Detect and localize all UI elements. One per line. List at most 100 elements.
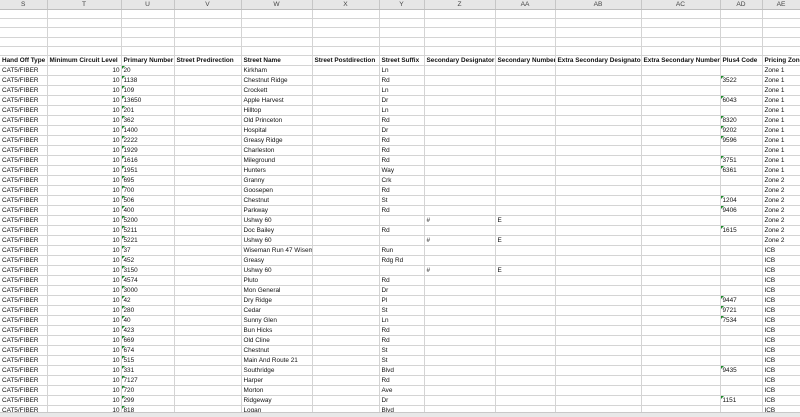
cell[interactable]: Ushwy 60 [241, 215, 313, 226]
cell[interactable] [555, 385, 642, 396]
cell[interactable]: 3522 [720, 75, 763, 86]
cell[interactable]: Greasy Ridge [241, 135, 313, 146]
cell[interactable] [720, 185, 763, 196]
cell[interactable] [555, 255, 642, 266]
cell[interactable]: 10 [47, 165, 122, 176]
cell[interactable]: Zone 1 [762, 75, 800, 86]
cell[interactable] [495, 335, 556, 346]
cell[interactable]: Crk [379, 175, 425, 186]
cell[interactable] [312, 325, 380, 336]
cell[interactable]: Ushwy 60 [241, 265, 313, 276]
cell[interactable] [424, 95, 496, 106]
cell[interactable] [424, 195, 496, 206]
cell[interactable] [720, 9, 763, 20]
cell[interactable] [241, 27, 313, 38]
cell[interactable]: Zone 2 [762, 195, 800, 206]
cell[interactable] [555, 245, 642, 256]
cell[interactable]: ICB [762, 265, 800, 276]
cell[interactable] [174, 125, 242, 136]
cell[interactable]: CAT5/FIBER [0, 215, 48, 226]
cell[interactable] [495, 285, 556, 296]
column-header[interactable]: AE [762, 0, 800, 10]
cell[interactable]: 10 [47, 85, 122, 96]
cell[interactable] [379, 37, 425, 47]
field-header-cell[interactable]: Street Name [241, 55, 313, 66]
cell[interactable] [641, 295, 721, 306]
column-header[interactable]: X [312, 0, 380, 10]
cell[interactable]: Zone 2 [762, 225, 800, 236]
cell[interactable]: CAT5/FIBER [0, 255, 48, 266]
cell[interactable] [379, 215, 425, 226]
cell[interactable] [720, 18, 763, 29]
cell[interactable]: Bun Hicks [241, 325, 313, 336]
cell[interactable]: 20 [121, 65, 175, 76]
cell[interactable] [762, 27, 800, 38]
cell[interactable] [641, 245, 721, 256]
cell[interactable] [495, 105, 556, 116]
cell[interactable] [641, 185, 721, 196]
cell[interactable] [174, 275, 242, 286]
cell[interactable]: 720 [121, 385, 175, 396]
cell[interactable] [641, 365, 721, 376]
cell[interactable] [312, 255, 380, 266]
cell[interactable]: 1138 [121, 75, 175, 86]
cell[interactable]: 331 [121, 365, 175, 376]
cell[interactable] [424, 275, 496, 286]
cell[interactable]: Zone 1 [762, 125, 800, 136]
cell[interactable]: 2222 [121, 135, 175, 146]
cell[interactable]: CAT5/FIBER [0, 305, 48, 316]
cell[interactable]: CAT5/FIBER [0, 175, 48, 186]
cell[interactable]: Zone 2 [762, 175, 800, 186]
cell[interactable] [720, 175, 763, 186]
cell[interactable] [555, 105, 642, 116]
cell[interactable] [641, 285, 721, 296]
cell[interactable] [0, 27, 48, 38]
field-header-cell[interactable]: Pricing Zone [762, 55, 800, 66]
cell[interactable]: 10 [47, 395, 122, 406]
cell[interactable] [174, 235, 242, 246]
cell[interactable] [312, 285, 380, 296]
cell[interactable]: CAT5/FIBER [0, 195, 48, 206]
cell[interactable] [641, 375, 721, 386]
cell[interactable] [720, 285, 763, 296]
cell[interactable] [555, 205, 642, 216]
cell[interactable] [641, 175, 721, 186]
cell[interactable] [555, 175, 642, 186]
cell[interactable]: 10 [47, 215, 122, 226]
cell[interactable] [720, 345, 763, 356]
cell[interactable]: Pluto [241, 275, 313, 286]
cell[interactable]: Rd [379, 275, 425, 286]
cell[interactable]: 1204 [720, 195, 763, 206]
cell[interactable]: 3751 [720, 155, 763, 166]
cell[interactable]: CAT5/FIBER [0, 145, 48, 156]
cell[interactable]: 5200 [121, 215, 175, 226]
cell[interactable]: Parkway [241, 205, 313, 216]
cell[interactable]: 10 [47, 135, 122, 146]
cell[interactable] [424, 135, 496, 146]
cell[interactable]: ICB [762, 365, 800, 376]
cell[interactable]: 10 [47, 65, 122, 76]
cell[interactable]: 9721 [720, 305, 763, 316]
cell[interactable]: Cedar [241, 305, 313, 316]
cell[interactable]: Ave [379, 385, 425, 396]
cell[interactable]: CAT5/FIBER [0, 125, 48, 136]
cell[interactable]: CAT5/FIBER [0, 95, 48, 106]
cell[interactable] [379, 265, 425, 276]
cell[interactable] [47, 46, 122, 56]
cell[interactable] [495, 225, 556, 236]
cell[interactable]: CAT5/FIBER [0, 135, 48, 146]
cell[interactable] [495, 345, 556, 356]
cell[interactable]: 10 [47, 355, 122, 366]
cell[interactable] [174, 115, 242, 126]
cell[interactable] [641, 27, 721, 38]
cell[interactable]: Mileground [241, 155, 313, 166]
cell[interactable]: CAT5/FIBER [0, 295, 48, 306]
cell[interactable]: Way [379, 165, 425, 176]
cell[interactable] [312, 85, 380, 96]
field-header-cell[interactable]: Street Postdirection [312, 55, 380, 66]
cell[interactable] [312, 315, 380, 326]
cell[interactable]: Dr [379, 395, 425, 406]
column-header[interactable]: W [241, 0, 313, 10]
cell[interactable]: 423 [121, 325, 175, 336]
cell[interactable]: CAT5/FIBER [0, 205, 48, 216]
